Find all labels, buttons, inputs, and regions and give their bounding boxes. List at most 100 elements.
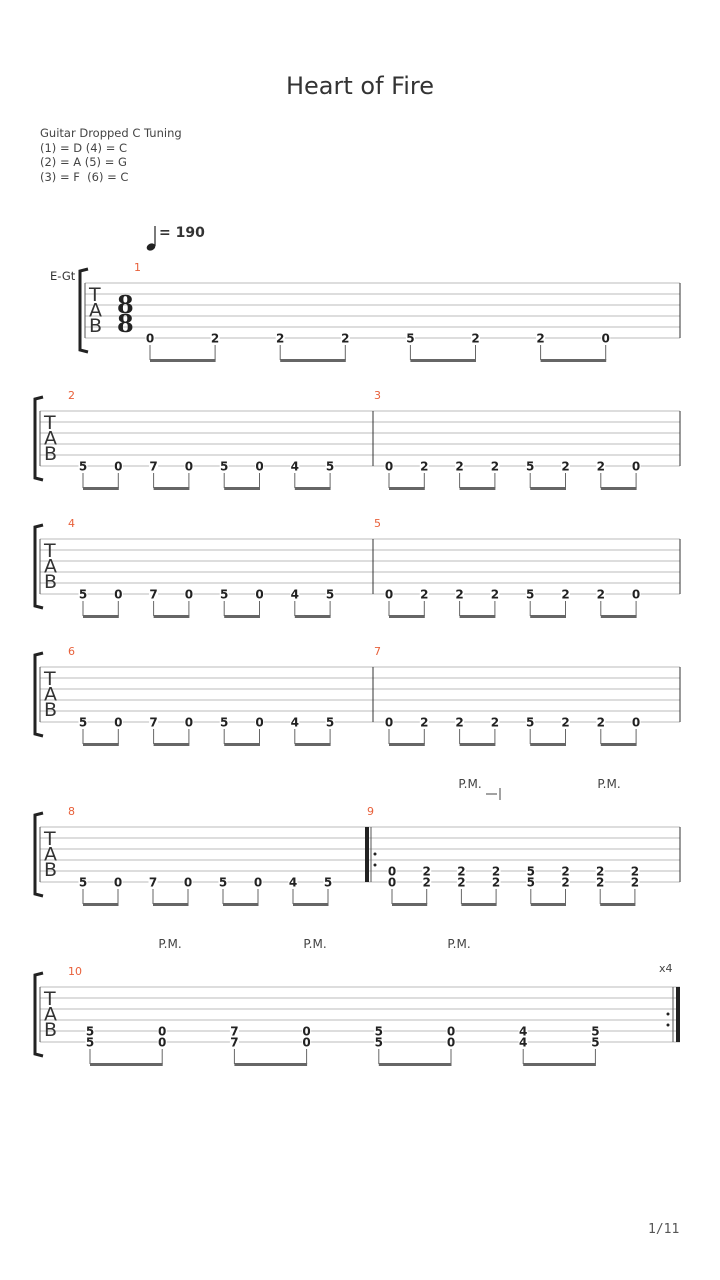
repeat-dot: [373, 852, 377, 856]
fret-number: 7: [149, 588, 157, 602]
note-beam: [83, 487, 119, 490]
fret-number: 5: [326, 716, 334, 730]
fret-number: 5: [79, 716, 87, 730]
system-bracket: [78, 267, 89, 354]
fret-number: 0: [302, 1036, 310, 1050]
bar-number: 2: [68, 389, 75, 402]
bar-number: 3: [374, 389, 381, 402]
fret-number: 0: [255, 588, 263, 602]
repeat-end-thick-line: [676, 987, 680, 1042]
fret-number: 0: [254, 876, 262, 890]
palm-mute-label: P.M.: [597, 777, 620, 791]
repeat-start-thick-line: [365, 827, 369, 882]
note-beam: [294, 615, 331, 618]
system-bracket: [33, 523, 44, 610]
note-beam: [153, 487, 190, 490]
tab-clef-letter: B: [44, 859, 57, 881]
fret-number: 5: [375, 1036, 383, 1050]
note-beam: [459, 615, 496, 618]
fret-number: 2: [420, 460, 428, 474]
tab-score: TABE-Gt8810 2 2 2 5 2 2 0TAB25 0 7 0 5 0 4 530 2 2 2 5 2 2 0T…: [33, 261, 681, 1066]
system-bracket: [33, 651, 44, 738]
repeat-dot: [666, 1012, 670, 1016]
fret-number: 2: [597, 460, 605, 474]
note-beam: [153, 903, 189, 906]
bar-number: 6: [68, 645, 75, 658]
fret-number: 2: [455, 716, 463, 730]
note-beam: [461, 903, 497, 906]
fret-number: 0: [255, 460, 263, 474]
system-bracket: [33, 971, 44, 1058]
system-bracket: [33, 395, 44, 482]
note-beam: [530, 903, 566, 906]
note-beam: [530, 615, 566, 618]
note-beam: [530, 743, 566, 746]
fret-number: 5: [526, 588, 534, 602]
bar-number: 4: [68, 517, 75, 530]
note-beam: [294, 487, 331, 490]
fret-number: 2: [455, 588, 463, 602]
fret-number: 2: [491, 716, 499, 730]
note-beam: [90, 1063, 163, 1066]
fret-number: 2: [423, 876, 431, 890]
fret-number: 2: [561, 716, 569, 730]
time-signature-bottom: 8: [117, 309, 134, 338]
fret-number: 7: [230, 1036, 238, 1050]
fret-number: 5: [79, 588, 87, 602]
fret-number: 2: [561, 460, 569, 474]
fret-number: 7: [149, 460, 157, 474]
fret-number: 4: [291, 460, 299, 474]
palm-mute-label: P.M.: [158, 937, 181, 951]
fret-number: 0: [185, 588, 193, 602]
fret-number: 0: [632, 460, 640, 474]
note-beam: [459, 487, 496, 490]
instrument-label: E-Gt: [50, 269, 76, 283]
fret-number: 7: [149, 716, 157, 730]
fret-number: 2: [596, 876, 604, 890]
fret-number: 2: [492, 876, 500, 890]
note-beam: [234, 1063, 308, 1066]
fret-number: 5: [220, 460, 228, 474]
fret-number: 2: [491, 460, 499, 474]
palm-mute-label: P.M.: [447, 937, 470, 951]
fret-number: 2: [276, 332, 284, 346]
fret-number: 2: [597, 716, 605, 730]
fret-number: 2: [561, 588, 569, 602]
note-beam: [600, 615, 637, 618]
note-beam: [280, 359, 346, 362]
note-beam: [293, 903, 329, 906]
note-beam: [223, 903, 259, 906]
tab-clef-letter: B: [44, 443, 57, 465]
note-beam: [294, 743, 331, 746]
fret-number: 5: [326, 588, 334, 602]
fret-number: 5: [220, 588, 228, 602]
note-beam: [83, 903, 119, 906]
fret-number: 5: [526, 716, 534, 730]
system-bracket: [33, 811, 44, 898]
fret-number: 5: [79, 460, 87, 474]
bar-number: 1: [134, 261, 141, 274]
note-beam: [224, 487, 260, 490]
repeat-dot: [373, 863, 377, 867]
fret-number: 0: [388, 876, 396, 890]
fret-number: 2: [597, 588, 605, 602]
note-beam: [378, 1063, 452, 1066]
fret-number: 5: [219, 876, 227, 890]
bar-number: 7: [374, 645, 381, 658]
fret-number: 5: [527, 876, 535, 890]
fret-number: 4: [519, 1036, 527, 1050]
fret-number: 0: [385, 460, 393, 474]
fret-number: 5: [86, 1036, 94, 1050]
fret-number: 0: [185, 716, 193, 730]
fret-number: 5: [220, 716, 228, 730]
note-beam: [153, 743, 190, 746]
fret-number: 2: [341, 332, 349, 346]
note-beam: [83, 743, 119, 746]
note-beam: [224, 615, 260, 618]
fret-number: 5: [406, 332, 414, 346]
note-beam: [83, 615, 119, 618]
fret-number: 5: [591, 1036, 599, 1050]
note-beam: [392, 903, 428, 906]
note-beam: [410, 359, 476, 362]
tab-clef-letter: B: [44, 1019, 57, 1041]
